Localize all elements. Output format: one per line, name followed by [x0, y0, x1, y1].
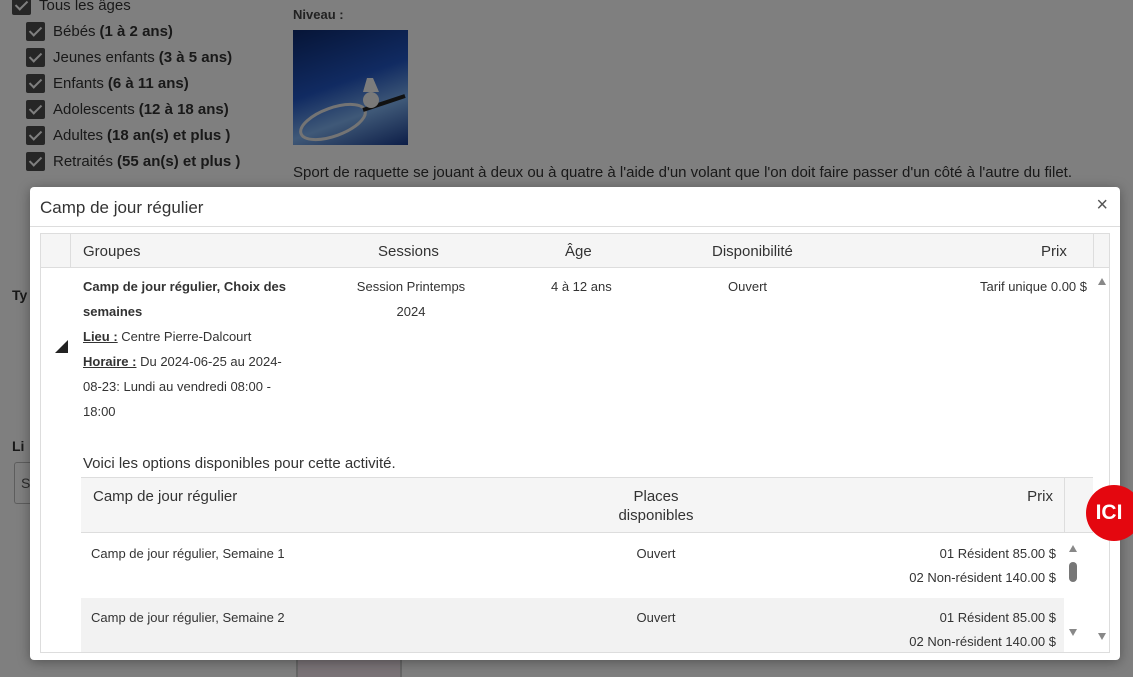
opt-col-places-line1[interactable]: Places — [601, 488, 711, 505]
option-price-resident: 01 Résident 85.00 $ — [939, 546, 1056, 561]
groups-table: Groupes Sessions Âge Disponibilité Prix … — [40, 233, 1110, 653]
session-line2: 2024 — [396, 304, 426, 319]
groups-table-header: Groupes Sessions Âge Disponibilité Prix — [41, 234, 1109, 268]
header-divider — [1093, 234, 1094, 268]
group-name-line1: Camp de jour régulier, Choix des — [83, 279, 286, 294]
prix-value: Tarif unique 0.00 $ — [980, 279, 1087, 294]
option-price-nonresident: 02 Non-résident 140.00 $ — [909, 634, 1056, 649]
col-prix[interactable]: Prix — [1041, 243, 1067, 260]
opt-col-name[interactable]: Camp de jour régulier — [93, 488, 237, 505]
option-places: Ouvert — [636, 610, 676, 625]
option-name: Camp de jour régulier, Semaine 2 — [91, 610, 285, 625]
age-value: 4 à 12 ans — [551, 279, 612, 294]
col-age[interactable]: Âge — [565, 243, 592, 260]
options-scrollbar-thumb[interactable] — [1069, 562, 1077, 582]
options-intro: Voici les options disponibles pour cette… — [83, 455, 396, 472]
dialog-divider — [30, 226, 1120, 227]
option-price-resident: 01 Résident 85.00 $ — [939, 610, 1056, 625]
collapse-triangle-icon[interactable] — [55, 340, 68, 353]
group-lieu: Lieu : Centre Pierre-Dalcourt — [83, 324, 251, 349]
options-table-header: Camp de jour régulier Places disponibles… — [81, 478, 1093, 533]
col-disponibilite[interactable]: Disponibilité — [712, 243, 793, 260]
horaire-label: Horaire : — [83, 354, 137, 369]
horaire-line2: 08-23: Lundi au vendredi 08:00 - — [83, 379, 271, 394]
option-row[interactable]: Camp de jour régulier, Semaine 2 Ouvert … — [81, 598, 1064, 652]
opt-col-places-line2[interactable]: disponibles — [601, 507, 711, 524]
col-sessions[interactable]: Sessions — [378, 243, 439, 260]
close-icon[interactable]: × — [1096, 195, 1108, 215]
header-divider — [1064, 478, 1065, 533]
group-name-line2: semaines — [83, 304, 143, 319]
header-divider — [70, 234, 71, 268]
options-table: Camp de jour régulier Places disponibles… — [81, 477, 1093, 652]
option-places: Ouvert — [636, 546, 676, 561]
dispo-value: Ouvert — [728, 279, 768, 294]
session-line1: Session Printemps — [356, 279, 466, 294]
option-name: Camp de jour régulier, Semaine 1 — [91, 546, 285, 561]
options-scroll-down-icon[interactable] — [1069, 629, 1077, 636]
dialog-title: Camp de jour régulier — [40, 198, 204, 217]
camp-dialog: Camp de jour régulier × Groupes Sessions… — [30, 187, 1120, 660]
opt-col-prix[interactable]: Prix — [981, 488, 1053, 505]
scroll-down-icon[interactable] — [1098, 633, 1106, 640]
option-price-nonresident: 02 Non-résident 140.00 $ — [909, 570, 1056, 585]
lieu-value: Centre Pierre-Dalcourt — [121, 329, 252, 344]
horaire-line3: 18:00 — [83, 404, 116, 419]
group-horaire: Horaire : Du 2024-06-25 au 2024- — [83, 349, 282, 374]
ici-badge: ICI — [1086, 485, 1133, 541]
lieu-label: Lieu : — [83, 329, 118, 344]
horaire-line1: Du 2024-06-25 au 2024- — [140, 354, 282, 369]
option-row[interactable]: Camp de jour régulier, Semaine 1 Ouvert … — [81, 534, 1064, 598]
col-groupes[interactable]: Groupes — [83, 243, 141, 260]
scroll-up-icon[interactable] — [1098, 278, 1106, 285]
options-scroll-up-icon[interactable] — [1069, 545, 1077, 552]
